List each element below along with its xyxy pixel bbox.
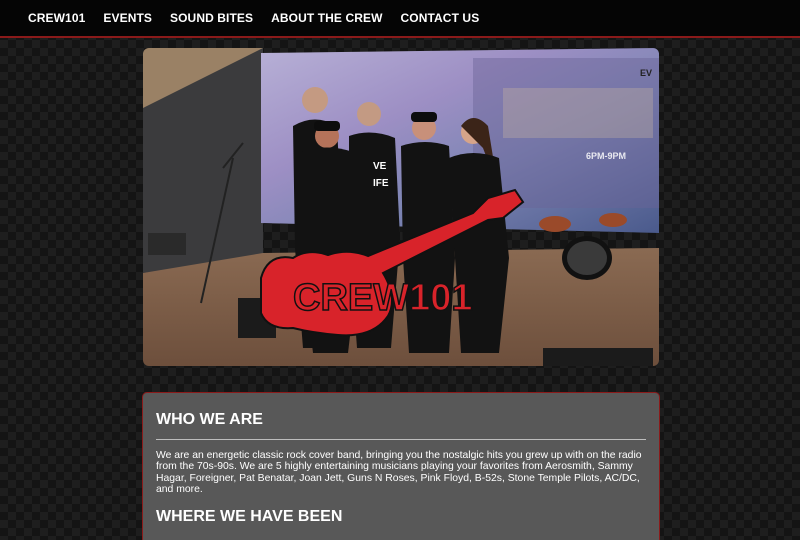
shirt-text: VE bbox=[373, 161, 387, 172]
nav-link-home[interactable]: CREW101 bbox=[28, 11, 85, 25]
nav-link-sound-bites[interactable]: SOUND BITES bbox=[170, 11, 253, 25]
top-nav: CREW101 EVENTS SOUND BITES ABOUT THE CRE… bbox=[0, 0, 800, 38]
screen-time-text: 6PM-9PM bbox=[586, 151, 626, 161]
about-panel: WHO WE ARE We are an energetic classic r… bbox=[142, 392, 660, 540]
where-we-have-been-heading: WHERE WE HAVE BEEN bbox=[156, 507, 343, 525]
nav-link-events[interactable]: EVENTS bbox=[103, 11, 152, 25]
crew101-logo-text: CREW101 bbox=[293, 277, 473, 319]
about-paragraph: We are an energetic classic rock cover b… bbox=[156, 450, 642, 496]
hero-band-photo: EV 6PM-9PM VE IFE CREW101 bbox=[143, 48, 659, 366]
shirt-text-2: IFE bbox=[373, 178, 389, 189]
nav-link-about-the-crew[interactable]: ABOUT THE CREW bbox=[271, 11, 382, 25]
who-we-are-heading: WHO WE ARE bbox=[156, 411, 263, 428]
screen-text: EV bbox=[640, 68, 652, 78]
divider bbox=[156, 439, 646, 440]
nav-link-contact-us[interactable]: CONTACT US bbox=[401, 11, 480, 25]
